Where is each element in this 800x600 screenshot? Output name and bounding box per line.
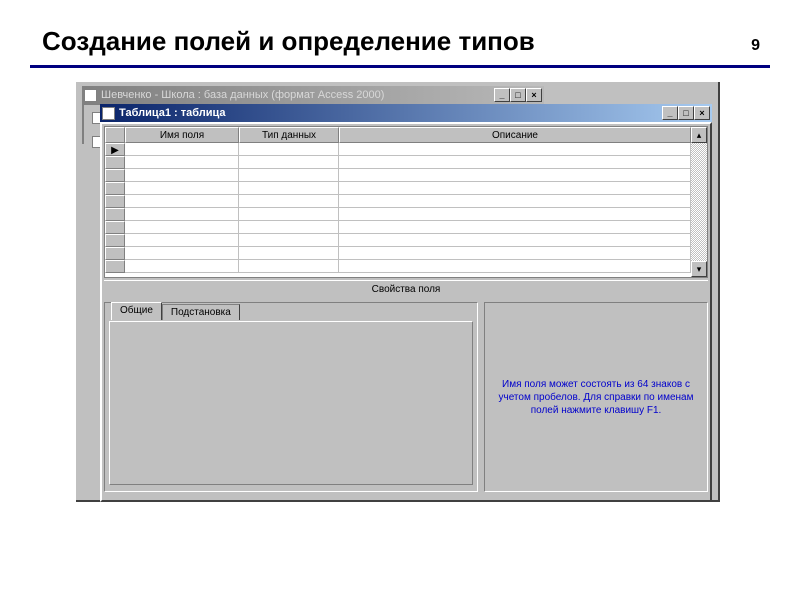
grid-row[interactable] (105, 221, 691, 234)
database-titlebar[interactable]: Шевченко - Школа : база данных (формат A… (82, 86, 544, 104)
hint-text: Имя поля может состоять из 64 знаков с у… (495, 378, 697, 417)
properties-panel: Общие Подстановка (104, 302, 478, 492)
grid-header-name[interactable]: Имя поля (125, 127, 239, 143)
field-name-cell[interactable] (125, 260, 239, 273)
description-cell[interactable] (339, 221, 691, 234)
grid-row[interactable] (105, 247, 691, 260)
row-selector[interactable] (105, 195, 125, 208)
data-type-cell[interactable] (239, 208, 339, 221)
field-name-cell[interactable] (125, 169, 239, 182)
database-icon (84, 89, 97, 102)
properties-tabs: Общие Подстановка (111, 302, 240, 320)
db-maximize-button[interactable]: □ (510, 88, 526, 102)
description-cell[interactable] (339, 195, 691, 208)
design-grid[interactable]: Имя поля Тип данных Описание ▶ ▴ ▾ (104, 126, 708, 278)
description-cell[interactable] (339, 247, 691, 260)
grid-header: Имя поля Тип данных Описание (105, 127, 691, 143)
description-cell[interactable] (339, 234, 691, 247)
field-name-cell[interactable] (125, 221, 239, 234)
data-type-cell[interactable] (239, 182, 339, 195)
data-type-cell[interactable] (239, 221, 339, 234)
field-name-cell[interactable] (125, 195, 239, 208)
slide-title: Создание полей и определение типов (42, 26, 535, 57)
row-selector[interactable] (105, 247, 125, 260)
properties-label: Свойства поля (104, 280, 708, 298)
hint-panel: Имя поля может состоять из 64 знаков с у… (484, 302, 708, 492)
field-name-cell[interactable] (125, 182, 239, 195)
description-cell[interactable] (339, 208, 691, 221)
grid-row[interactable] (105, 195, 691, 208)
properties-area: Общие Подстановка Имя поля может состоят… (104, 302, 708, 492)
description-cell[interactable] (339, 260, 691, 273)
table-maximize-button[interactable]: □ (678, 106, 694, 120)
data-type-cell[interactable] (239, 156, 339, 169)
data-type-cell[interactable] (239, 260, 339, 273)
grid-header-type[interactable]: Тип данных (239, 127, 339, 143)
grid-row[interactable]: ▶ (105, 143, 691, 156)
row-selector[interactable] (105, 156, 125, 169)
grid-header-desc[interactable]: Описание (339, 127, 691, 143)
table-icon (102, 107, 115, 120)
row-selector[interactable] (105, 221, 125, 234)
grid-row[interactable] (105, 182, 691, 195)
slide-rule (30, 65, 770, 68)
table-design-window: Таблица1 : таблица _ □ × Имя поля Тип да… (100, 104, 712, 502)
grid-row[interactable] (105, 169, 691, 182)
db-close-button[interactable]: × (526, 88, 542, 102)
field-name-cell[interactable] (125, 234, 239, 247)
tab-general[interactable]: Общие (111, 302, 162, 320)
scroll-track[interactable] (691, 143, 707, 261)
tab-lookup[interactable]: Подстановка (162, 304, 240, 320)
grid-row[interactable] (105, 156, 691, 169)
db-minimize-button[interactable]: _ (494, 88, 510, 102)
grid-row[interactable] (105, 260, 691, 273)
row-selector[interactable] (105, 234, 125, 247)
description-cell[interactable] (339, 169, 691, 182)
table-title: Таблица1 : таблица (119, 107, 226, 119)
table-body: Имя поля Тип данных Описание ▶ ▴ ▾ Свойс… (100, 122, 712, 502)
grid-scrollbar[interactable]: ▴ ▾ (691, 127, 707, 277)
table-minimize-button[interactable]: _ (662, 106, 678, 120)
row-selector[interactable] (105, 208, 125, 221)
scroll-down-button[interactable]: ▾ (691, 261, 707, 277)
grid-row[interactable] (105, 208, 691, 221)
row-selector[interactable]: ▶ (105, 143, 125, 156)
description-cell[interactable] (339, 156, 691, 169)
field-name-cell[interactable] (125, 143, 239, 156)
field-name-cell[interactable] (125, 208, 239, 221)
data-type-cell[interactable] (239, 247, 339, 260)
grid-row[interactable] (105, 234, 691, 247)
row-selector[interactable] (105, 169, 125, 182)
data-type-cell[interactable] (239, 234, 339, 247)
access-screenshot: Шевченко - Школа : база данных (формат A… (76, 82, 720, 502)
row-selector[interactable] (105, 260, 125, 273)
field-name-cell[interactable] (125, 247, 239, 260)
table-titlebar[interactable]: Таблица1 : таблица _ □ × (100, 104, 712, 122)
row-selector[interactable] (105, 182, 125, 195)
description-cell[interactable] (339, 182, 691, 195)
field-name-cell[interactable] (125, 156, 239, 169)
database-title: Шевченко - Школа : база данных (формат A… (101, 89, 384, 101)
data-type-cell[interactable] (239, 169, 339, 182)
scroll-up-button[interactable]: ▴ (691, 127, 707, 143)
grid-header-selector[interactable] (105, 127, 125, 143)
properties-content (109, 321, 473, 485)
slide-number: 9 (751, 37, 760, 55)
table-close-button[interactable]: × (694, 106, 710, 120)
data-type-cell[interactable] (239, 143, 339, 156)
data-type-cell[interactable] (239, 195, 339, 208)
description-cell[interactable] (339, 143, 691, 156)
slide-header: Создание полей и определение типов 9 (0, 0, 800, 65)
